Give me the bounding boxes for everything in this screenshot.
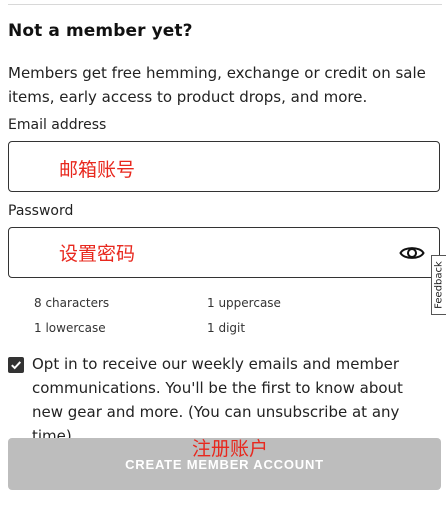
- checkmark-icon: [11, 361, 22, 370]
- email-field-box[interactable]: 邮箱账号: [8, 141, 440, 192]
- top-divider: [8, 4, 442, 5]
- password-requirement: 1 lowercase: [34, 321, 106, 335]
- password-requirement: 8 characters: [34, 296, 110, 310]
- password-field-box[interactable]: 设置密码: [8, 227, 440, 278]
- email-label: Email address: [8, 117, 107, 133]
- optin-checkbox[interactable]: [8, 357, 24, 373]
- optin-text: Opt in to receive our weekly emails and …: [32, 355, 403, 445]
- password-requirement: 1 uppercase: [207, 296, 281, 310]
- create-account-button-label: CREATE MEMBER ACCOUNT: [125, 457, 324, 472]
- feedback-tab-label: Feedback: [433, 261, 445, 309]
- create-account-button[interactable]: CREATE MEMBER ACCOUNT: [8, 438, 441, 490]
- section-heading: Not a member yet?: [8, 21, 193, 41]
- password-field[interactable]: [9, 228, 439, 277]
- eye-icon[interactable]: [399, 243, 425, 263]
- feedback-tab[interactable]: Feedback: [431, 255, 446, 315]
- member-benefits-text: Members get free hemming, exchange or cr…: [8, 64, 426, 106]
- password-requirement: 1 digit: [207, 321, 246, 335]
- password-label: Password: [8, 203, 74, 219]
- email-field[interactable]: [9, 142, 439, 191]
